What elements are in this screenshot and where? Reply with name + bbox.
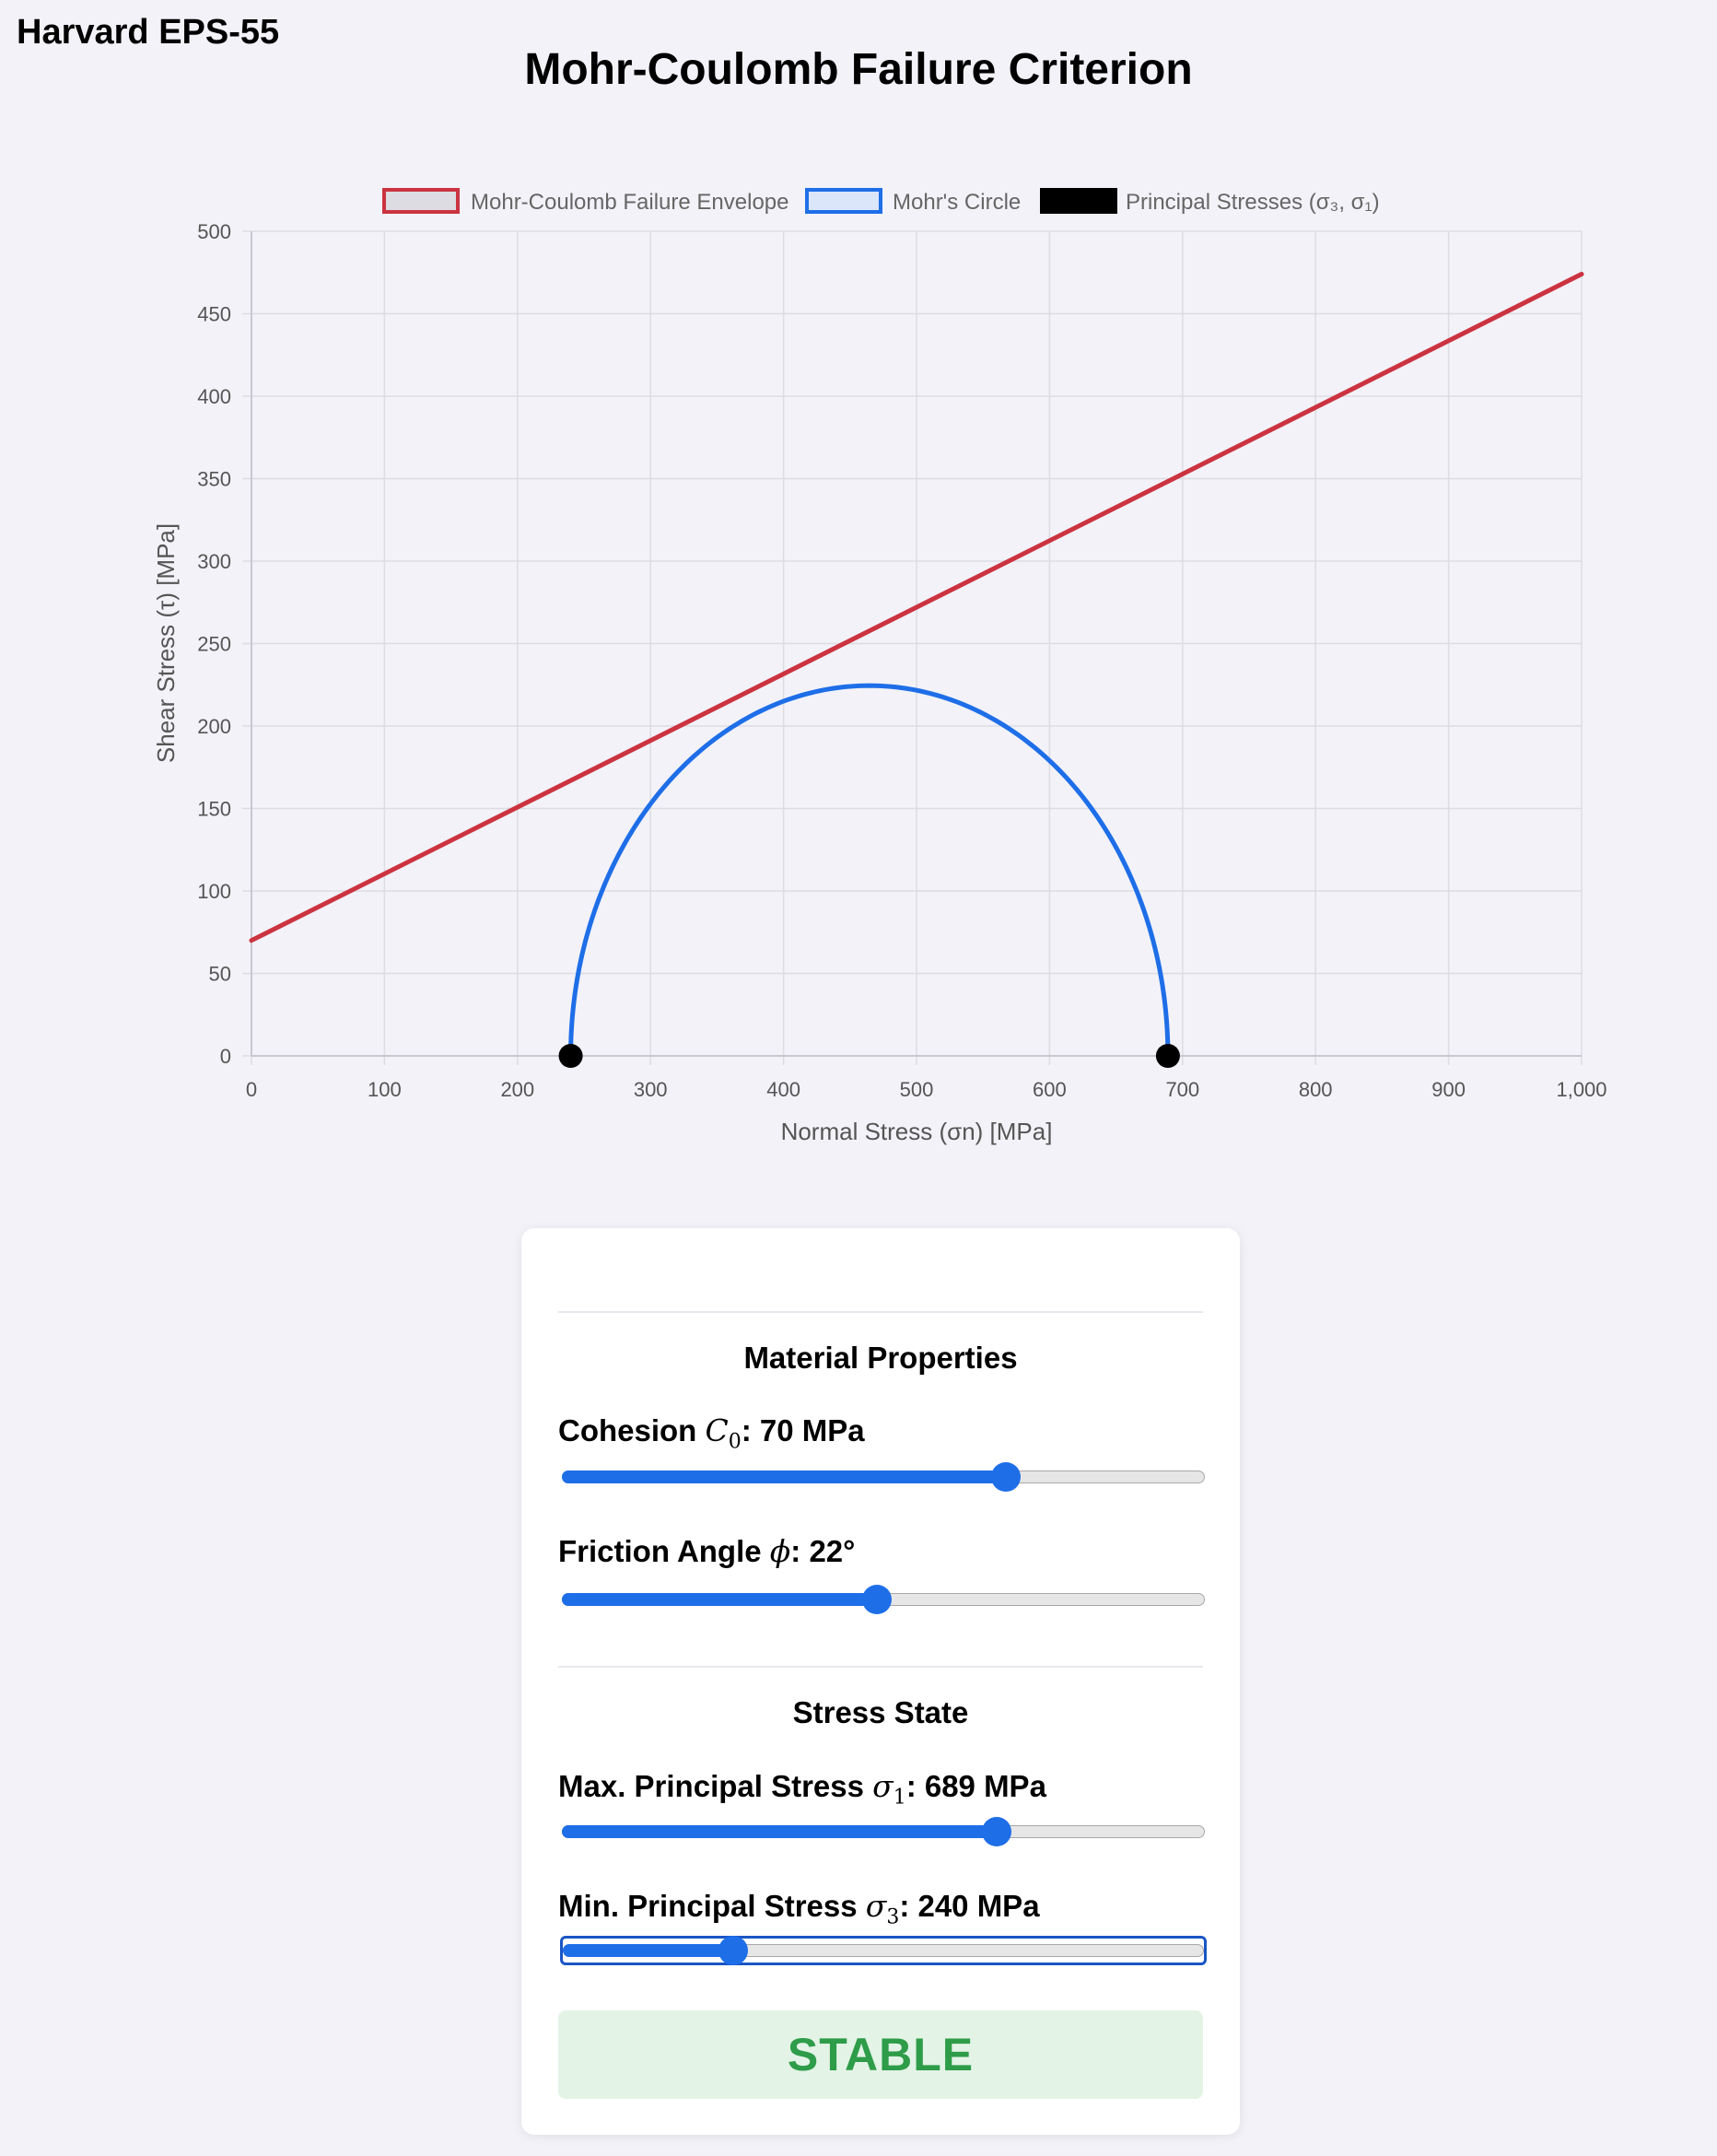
stability-status: STABLE	[558, 2010, 1203, 2099]
divider	[558, 1311, 1203, 1313]
max-principal-stress-slider[interactable]	[562, 1815, 1205, 1846]
x-tick-label: 800	[1299, 1078, 1333, 1101]
y-tick-label: 500	[197, 220, 231, 243]
chart-grid	[242, 230, 1583, 1065]
max-principal-stress-label: Max. Principal Stress σ1: 689 MPa	[558, 1768, 1046, 1810]
legend-mohr-circle-swatch	[805, 188, 882, 214]
y-tick-label: 250	[197, 633, 231, 656]
stress-state-title: Stress State	[792, 1695, 969, 1729]
page-title: Mohr-Coulomb Failure Criterion	[524, 45, 1193, 94]
y-tick-label: 100	[197, 880, 231, 903]
principal-stress-point	[1155, 1044, 1180, 1068]
min-principal-stress-label: Min. Principal Stress σ3: 240 MPa	[558, 1888, 1040, 1929]
x-tick-label: 600	[1033, 1078, 1067, 1101]
y-tick-label: 200	[197, 715, 231, 738]
y-tick-label: 50	[209, 963, 231, 986]
chart-ticks: 0 100 200 300 400 500 600 700 800 900 1,000 0 50 100 1…	[197, 220, 1606, 1101]
legend-principal-stresses-swatch	[1040, 188, 1117, 214]
y-tick-label: 300	[197, 550, 231, 573]
slider-thumb[interactable]	[991, 1462, 1022, 1492]
y-tick-label: 350	[197, 468, 231, 491]
slider-fill	[562, 1471, 1007, 1483]
y-tick-label: 150	[197, 798, 231, 821]
cohesion-label: Cohesion C0: 70 MPa	[558, 1412, 865, 1454]
material-properties-title: Material Properties	[743, 1341, 1018, 1375]
slider-thumb[interactable]	[718, 1936, 749, 1965]
legend-mohr-circle-label: Mohr's Circle	[893, 190, 1021, 215]
x-tick-label: 400	[766, 1078, 800, 1101]
x-tick-label: 700	[1165, 1078, 1199, 1101]
x-tick-label: 500	[900, 1078, 934, 1101]
slider-fill	[562, 1825, 997, 1838]
principal-stress-point	[558, 1044, 583, 1068]
mohr-circle-curve	[568, 683, 1171, 1057]
friction-angle-label: Friction Angle ϕ: 22°	[558, 1533, 856, 1569]
slider-thumb[interactable]	[862, 1585, 893, 1614]
controls-panel: Material Properties Cohesion C0: 70 MPa …	[521, 1228, 1240, 2135]
divider	[558, 1666, 1203, 1668]
y-tick-label: 450	[197, 303, 231, 326]
x-tick-label: 300	[634, 1078, 668, 1101]
y-tick-label: 0	[220, 1045, 231, 1068]
x-tick-label: 200	[500, 1078, 534, 1101]
chart-legend: Mohr-Coulomb Failure Envelope Mohr's Circ…	[382, 188, 1380, 215]
legend-envelope-label: Mohr-Coulomb Failure Envelope	[471, 190, 789, 215]
slider-thumb[interactable]	[981, 1817, 1011, 1846]
x-tick-label: 100	[368, 1078, 402, 1101]
slider-fill	[563, 1944, 734, 1957]
x-tick-label: 900	[1431, 1078, 1466, 1101]
mohr-chart: Mohr-Coulomb Failure Envelope Mohr's Circ…	[152, 188, 1607, 1145]
x-tick-label: 0	[246, 1078, 257, 1101]
friction-angle-slider[interactable]	[562, 1583, 1205, 1614]
x-axis-title: Normal Stress (σn) [MPa]	[781, 1118, 1053, 1145]
y-tick-label: 400	[197, 385, 231, 408]
y-axis-title: Shear Stress (τ) [MPa]	[152, 523, 180, 763]
legend-envelope-swatch	[382, 188, 460, 214]
legend-principal-stresses-label: Principal Stresses (σ₃, σ₁)	[1126, 190, 1380, 215]
cohesion-slider[interactable]	[562, 1460, 1205, 1492]
min-principal-stress-slider[interactable]	[560, 1936, 1207, 1965]
x-tick-label: 1,000	[1556, 1078, 1606, 1101]
slider-fill	[562, 1593, 878, 1606]
